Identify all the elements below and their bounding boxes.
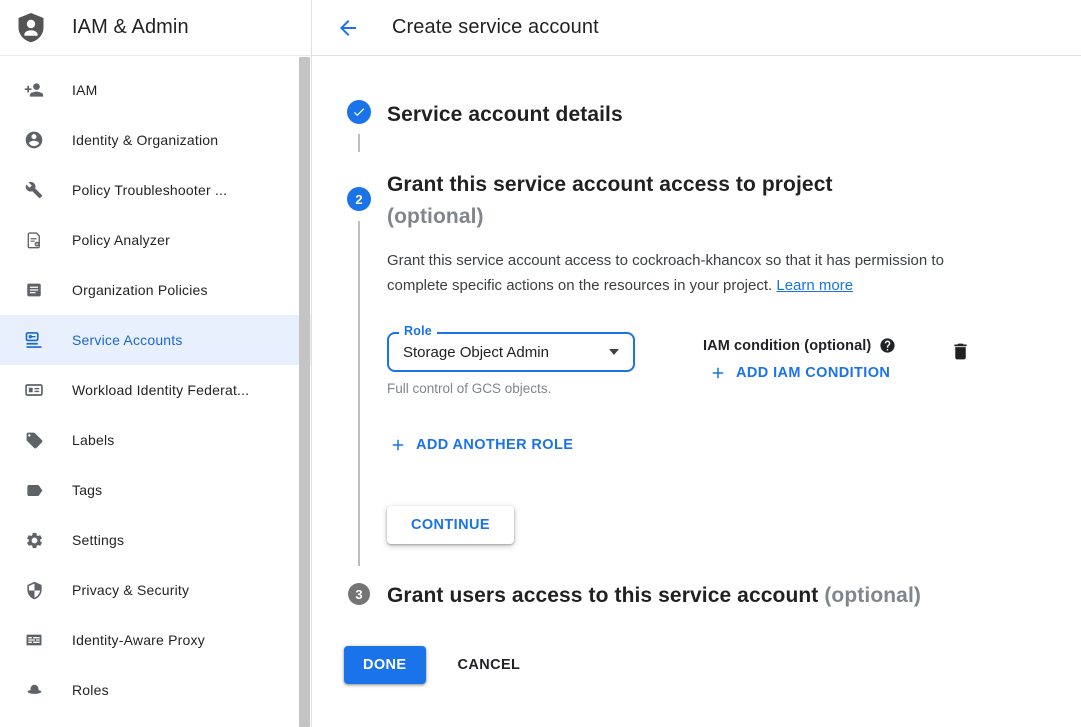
step-2-rail: 2 [347, 169, 371, 572]
tag-arrow-icon [24, 480, 44, 500]
main-panel: Create service account Service account d… [312, 0, 1081, 727]
sidebar-item-label: Settings [72, 532, 124, 548]
sidebar-item-label: Workload Identity Federat... [72, 382, 249, 398]
proxy-layers-icon [24, 630, 44, 650]
back-arrow-icon [336, 16, 360, 40]
step-3-grant-users-access: 3 Grant users access to this service acc… [347, 580, 1057, 612]
step-3-title: Grant users access to this service accou… [387, 580, 1057, 612]
person-add-icon [24, 80, 44, 100]
sidebar-item-iam[interactable]: IAM [0, 65, 311, 115]
trash-icon [950, 341, 971, 362]
iam-condition-block: IAM condition (optional) ADD IAM CONDITI… [703, 332, 896, 382]
step-2-grant-access: 2 Grant this service account access to p… [347, 169, 1057, 572]
iam-admin-app: IAM & Admin IAM Identity & Organization [0, 0, 1081, 727]
plus-icon [389, 436, 407, 454]
plus-icon [709, 364, 727, 382]
back-button[interactable] [336, 16, 360, 40]
page-title: Create service account [392, 16, 599, 39]
step-2-description: Grant this service account access to coc… [387, 248, 979, 298]
sidebar-item-label: Labels [72, 432, 114, 448]
sidebar-item-workload-identity-federation[interactable]: Workload Identity Federat... [0, 365, 311, 415]
add-iam-condition-button[interactable]: ADD IAM CONDITION [709, 364, 890, 382]
step-3-rail: 3 [347, 580, 371, 612]
sidebar-item-settings[interactable]: Settings [0, 515, 311, 565]
step-connector-line [358, 134, 360, 152]
sidebar-scrollbar[interactable] [299, 57, 310, 727]
document-lines-icon [24, 280, 44, 300]
sidebar-item-label: Tags [72, 482, 102, 498]
iam-condition-label: IAM condition (optional) [703, 338, 871, 354]
sidebar-nav: IAM Identity & Organization Policy Troub… [0, 56, 311, 715]
sidebar-item-identity-aware-proxy[interactable]: Identity-Aware Proxy [0, 615, 311, 665]
sidebar-item-policy-analyzer[interactable]: Policy Analyzer [0, 215, 311, 265]
key-card-icon [24, 330, 44, 350]
sidebar-item-label: Identity-Aware Proxy [72, 632, 205, 648]
continue-button[interactable]: CONTINUE [387, 506, 514, 544]
role-select[interactable]: Role Storage Object Admin [387, 332, 635, 372]
role-select-value: Storage Object Admin [403, 344, 549, 361]
iam-admin-shield-logo-icon [14, 9, 48, 47]
label-tag-icon [24, 430, 44, 450]
sidebar-item-label: Service Accounts [72, 332, 183, 348]
learn-more-link[interactable]: Learn more [776, 277, 853, 294]
sidebar-item-labels[interactable]: Labels [0, 415, 311, 465]
check-circle-icon [347, 100, 371, 124]
sidebar-item-policy-troubleshooter[interactable]: Policy Troubleshooter ... [0, 165, 311, 215]
dropdown-arrow-icon [609, 349, 619, 355]
sidebar: IAM & Admin IAM Identity & Organization [0, 0, 312, 727]
step-2-title: Grant this service account access to pro… [387, 169, 1057, 233]
account-circle-icon [24, 130, 44, 150]
page-header: Create service account [312, 0, 1081, 56]
sidebar-header: IAM & Admin [0, 0, 311, 56]
sidebar-item-service-accounts[interactable]: Service Accounts [0, 315, 311, 365]
form-actions: DONE CANCEL [344, 646, 1057, 684]
step-1-service-account-details: Service account details [347, 99, 1057, 169]
role-helper-text: Full control of GCS objects. [387, 381, 635, 396]
create-service-account-form: Service account details 2 Grant this ser… [312, 56, 1081, 727]
step-1-title: Service account details [387, 99, 1057, 131]
shield-half-icon [24, 580, 44, 600]
delete-role-button[interactable] [950, 341, 971, 362]
product-title: IAM & Admin [72, 16, 189, 39]
sidebar-item-roles[interactable]: Roles [0, 665, 311, 715]
policy-analyzer-icon [24, 230, 44, 250]
add-another-role-button[interactable]: ADD ANOTHER ROLE [389, 436, 573, 454]
step-1-rail [347, 99, 371, 169]
sidebar-item-identity-organization[interactable]: Identity & Organization [0, 115, 311, 165]
cancel-button[interactable]: CANCEL [458, 657, 521, 673]
sidebar-item-label: Privacy & Security [72, 582, 189, 598]
done-button[interactable]: DONE [344, 646, 426, 684]
sidebar-item-label: Organization Policies [72, 282, 208, 298]
help-button[interactable] [879, 337, 896, 354]
help-icon [879, 337, 896, 354]
sidebar-item-label: IAM [72, 82, 98, 98]
step-3-number-badge: 3 [348, 583, 370, 605]
sidebar-item-label: Roles [72, 682, 109, 698]
sidebar-item-label: Identity & Organization [72, 132, 218, 148]
sidebar-item-organization-policies[interactable]: Organization Policies [0, 265, 311, 315]
sidebar-item-label: Policy Analyzer [72, 232, 170, 248]
step-2-optional-label: (optional) [387, 205, 484, 228]
wrench-icon [24, 180, 44, 200]
sidebar-item-privacy-security[interactable]: Privacy & Security [0, 565, 311, 615]
step-connector-line [358, 221, 360, 566]
sidebar-item-label: Policy Troubleshooter ... [72, 182, 227, 198]
gear-icon [24, 530, 44, 550]
role-row: Role Storage Object Admin Full control o… [387, 332, 1057, 396]
step-2-number-badge: 2 [347, 187, 371, 211]
id-card-icon [24, 380, 44, 400]
bowler-hat-icon [24, 680, 44, 700]
step-3-optional-label: (optional) [824, 584, 921, 607]
role-select-label: Role [399, 324, 437, 338]
sidebar-item-tags[interactable]: Tags [0, 465, 311, 515]
